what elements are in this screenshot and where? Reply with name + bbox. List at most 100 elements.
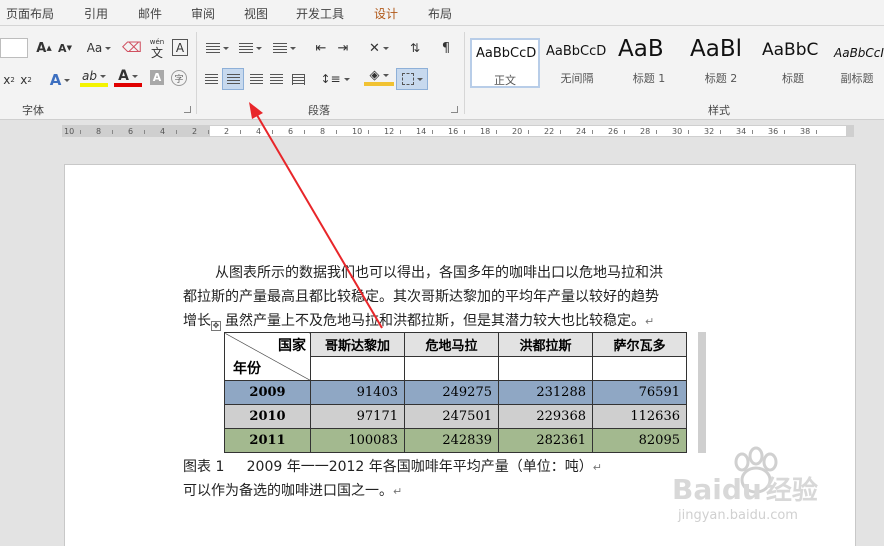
ruler-tick bbox=[432, 130, 433, 134]
year-cell[interactable]: 2010 bbox=[224, 404, 311, 429]
tab-view[interactable]: 视图 bbox=[244, 5, 268, 22]
year-cell[interactable]: 2009 bbox=[224, 380, 311, 405]
phonetic-guide-button[interactable]: wén 文 bbox=[148, 37, 166, 59]
style-title[interactable]: AaBbC 标题 bbox=[758, 38, 828, 88]
superscript-button[interactable]: x2 bbox=[19, 71, 33, 89]
show-marks-icon[interactable]: ¶ bbox=[438, 39, 454, 57]
year-cell[interactable]: 2011 bbox=[224, 428, 311, 453]
sort-icon[interactable]: ⇅ bbox=[406, 39, 424, 57]
font-size-box[interactable] bbox=[0, 38, 28, 58]
increase-indent-icon[interactable]: ⇥ bbox=[334, 39, 352, 57]
horizontal-ruler[interactable]: 10 8 6 4 2 2 4 6 8 10 12 14 16 18 20 22 24 26 28 30 32 34 36 38 bbox=[62, 125, 854, 137]
table-end-row-marks bbox=[698, 332, 706, 453]
character-border-button[interactable]: A bbox=[172, 39, 188, 56]
ruler-number: 2 bbox=[224, 127, 230, 136]
bullets-icon[interactable] bbox=[203, 39, 231, 57]
ruler-tick bbox=[304, 130, 305, 134]
ruler-tick bbox=[208, 130, 209, 134]
ruler-tick bbox=[624, 130, 625, 134]
justify-icon[interactable] bbox=[268, 70, 284, 88]
coffee-production-table[interactable]: 国家 年份 哥斯达黎加 危地马拉 洪都拉斯 萨尔瓦多 2009 91403 24… bbox=[224, 332, 687, 453]
ruler-number: 36 bbox=[768, 127, 779, 136]
ruler-tick bbox=[336, 130, 337, 134]
ruler-tick bbox=[752, 130, 753, 134]
chinese-layout-icon[interactable]: ✕ bbox=[364, 39, 394, 57]
tab-design[interactable]: 设计 bbox=[374, 5, 398, 22]
ruler-number: 2 bbox=[192, 127, 198, 136]
tab-layout[interactable]: 布局 bbox=[428, 5, 452, 22]
ruler-tick bbox=[368, 130, 369, 134]
column-header[interactable]: 萨尔瓦多 bbox=[592, 332, 687, 357]
decrease-indent-icon[interactable]: ⇤ bbox=[312, 39, 330, 57]
align-center-icon[interactable] bbox=[222, 68, 244, 90]
ruler-tick bbox=[80, 130, 81, 134]
value-cell[interactable]: 112636 bbox=[592, 404, 687, 429]
enclose-characters-button[interactable]: 字 bbox=[171, 70, 187, 86]
ruler-number: 26 bbox=[608, 127, 619, 136]
align-left-icon[interactable] bbox=[203, 70, 219, 88]
tab-review[interactable]: 审阅 bbox=[191, 5, 215, 22]
ruler-number: 18 bbox=[480, 127, 491, 136]
clear-format-icon[interactable]: ⌫ bbox=[122, 39, 142, 57]
ruler-number: 12 bbox=[384, 127, 395, 136]
line-spacing-icon[interactable]: ↕≡ bbox=[320, 70, 350, 88]
value-cell[interactable]: 97171 bbox=[310, 404, 405, 429]
paragraph-line-3: 增长，虽然产量上不及危地马拉和洪都拉斯，但是其潜力较大也比较稳定。↵ bbox=[183, 313, 655, 329]
align-right-icon[interactable] bbox=[248, 70, 264, 88]
style-heading-2[interactable]: AaBl 标题 2 bbox=[686, 38, 756, 88]
subscript-button[interactable]: x2 bbox=[2, 71, 16, 89]
column-header[interactable]: 哥斯达黎加 bbox=[310, 332, 405, 357]
borders-icon[interactable] bbox=[396, 68, 428, 90]
multilevel-list-icon[interactable] bbox=[270, 39, 298, 57]
value-cell[interactable]: 247501 bbox=[404, 404, 499, 429]
value-cell[interactable]: 229368 bbox=[498, 404, 593, 429]
value-cell[interactable]: 249275 bbox=[404, 380, 499, 405]
font-color-button[interactable]: A bbox=[114, 68, 142, 87]
paragraph-group-label: 段落 bbox=[308, 104, 330, 117]
paragraph-line-2: 都拉斯的产量最高且都比较稳定。其次哥斯达黎加的平均年产量以较好的趋势 bbox=[183, 289, 659, 305]
font-dialog-launcher-icon[interactable] bbox=[184, 106, 191, 113]
ruler-tick bbox=[592, 130, 593, 134]
shading-bucket-icon[interactable]: ◈ bbox=[364, 68, 394, 86]
value-cell[interactable]: 76591 bbox=[592, 380, 687, 405]
ruler-number: 24 bbox=[576, 127, 587, 136]
tab-developer[interactable]: 开发工具 bbox=[296, 5, 344, 22]
font-group-label: 字体 bbox=[22, 104, 44, 117]
style-normal[interactable]: AaBbCcD 正文 bbox=[470, 38, 540, 88]
text-effect-button[interactable]: A bbox=[46, 71, 74, 89]
value-cell[interactable]: 100083 bbox=[310, 428, 405, 453]
numbering-icon[interactable] bbox=[236, 39, 264, 57]
value-cell[interactable]: 242839 bbox=[404, 428, 499, 453]
ruler-tick bbox=[176, 130, 177, 134]
column-header[interactable]: 洪都拉斯 bbox=[498, 332, 593, 357]
style-subtitle[interactable]: AaBbCcI 副标题 bbox=[830, 38, 884, 88]
ruler-number: 22 bbox=[544, 127, 555, 136]
baidu-watermark: Baidu 经验 jingyan.baidu.com bbox=[672, 442, 862, 532]
highlight-color-button[interactable]: ab bbox=[80, 69, 108, 87]
ruler-tick bbox=[560, 130, 561, 134]
ruler-number: 32 bbox=[704, 127, 715, 136]
ruler-tick bbox=[688, 130, 689, 134]
column-header[interactable]: 危地马拉 bbox=[404, 332, 499, 357]
style-heading-1[interactable]: AaB 标题 1 bbox=[614, 38, 684, 88]
character-shading-button[interactable]: A bbox=[150, 70, 164, 85]
ruler-number: 10 bbox=[352, 127, 363, 136]
tab-mailings[interactable]: 邮件 bbox=[138, 5, 162, 22]
change-case-button[interactable]: Aa bbox=[84, 39, 114, 57]
tab-page-layout[interactable]: 页面布局 bbox=[6, 5, 54, 22]
style-no-spacing[interactable]: AaBbCcD 无间隔 bbox=[542, 38, 612, 88]
value-cell[interactable]: 231288 bbox=[498, 380, 593, 405]
value-cell[interactable]: 91403 bbox=[310, 380, 405, 405]
table-move-handle-icon[interactable]: ✥ bbox=[211, 321, 221, 331]
distributed-icon[interactable] bbox=[290, 70, 306, 88]
paragraph-dialog-launcher-icon[interactable] bbox=[451, 106, 458, 113]
ruler-number: 8 bbox=[320, 127, 326, 136]
value-cell[interactable]: 282361 bbox=[498, 428, 593, 453]
tab-references[interactable]: 引用 bbox=[84, 5, 108, 22]
grow-font-button[interactable]: A ▲ bbox=[36, 39, 52, 57]
shrink-font-button[interactable]: A ▼ bbox=[57, 39, 73, 57]
ruler-number: 6 bbox=[288, 127, 294, 136]
table-corner-cell[interactable]: 国家 年份 bbox=[224, 332, 311, 381]
styles-group-label: 样式 bbox=[708, 104, 730, 117]
table-row: 2009 91403 249275 231288 76591 bbox=[224, 380, 687, 405]
